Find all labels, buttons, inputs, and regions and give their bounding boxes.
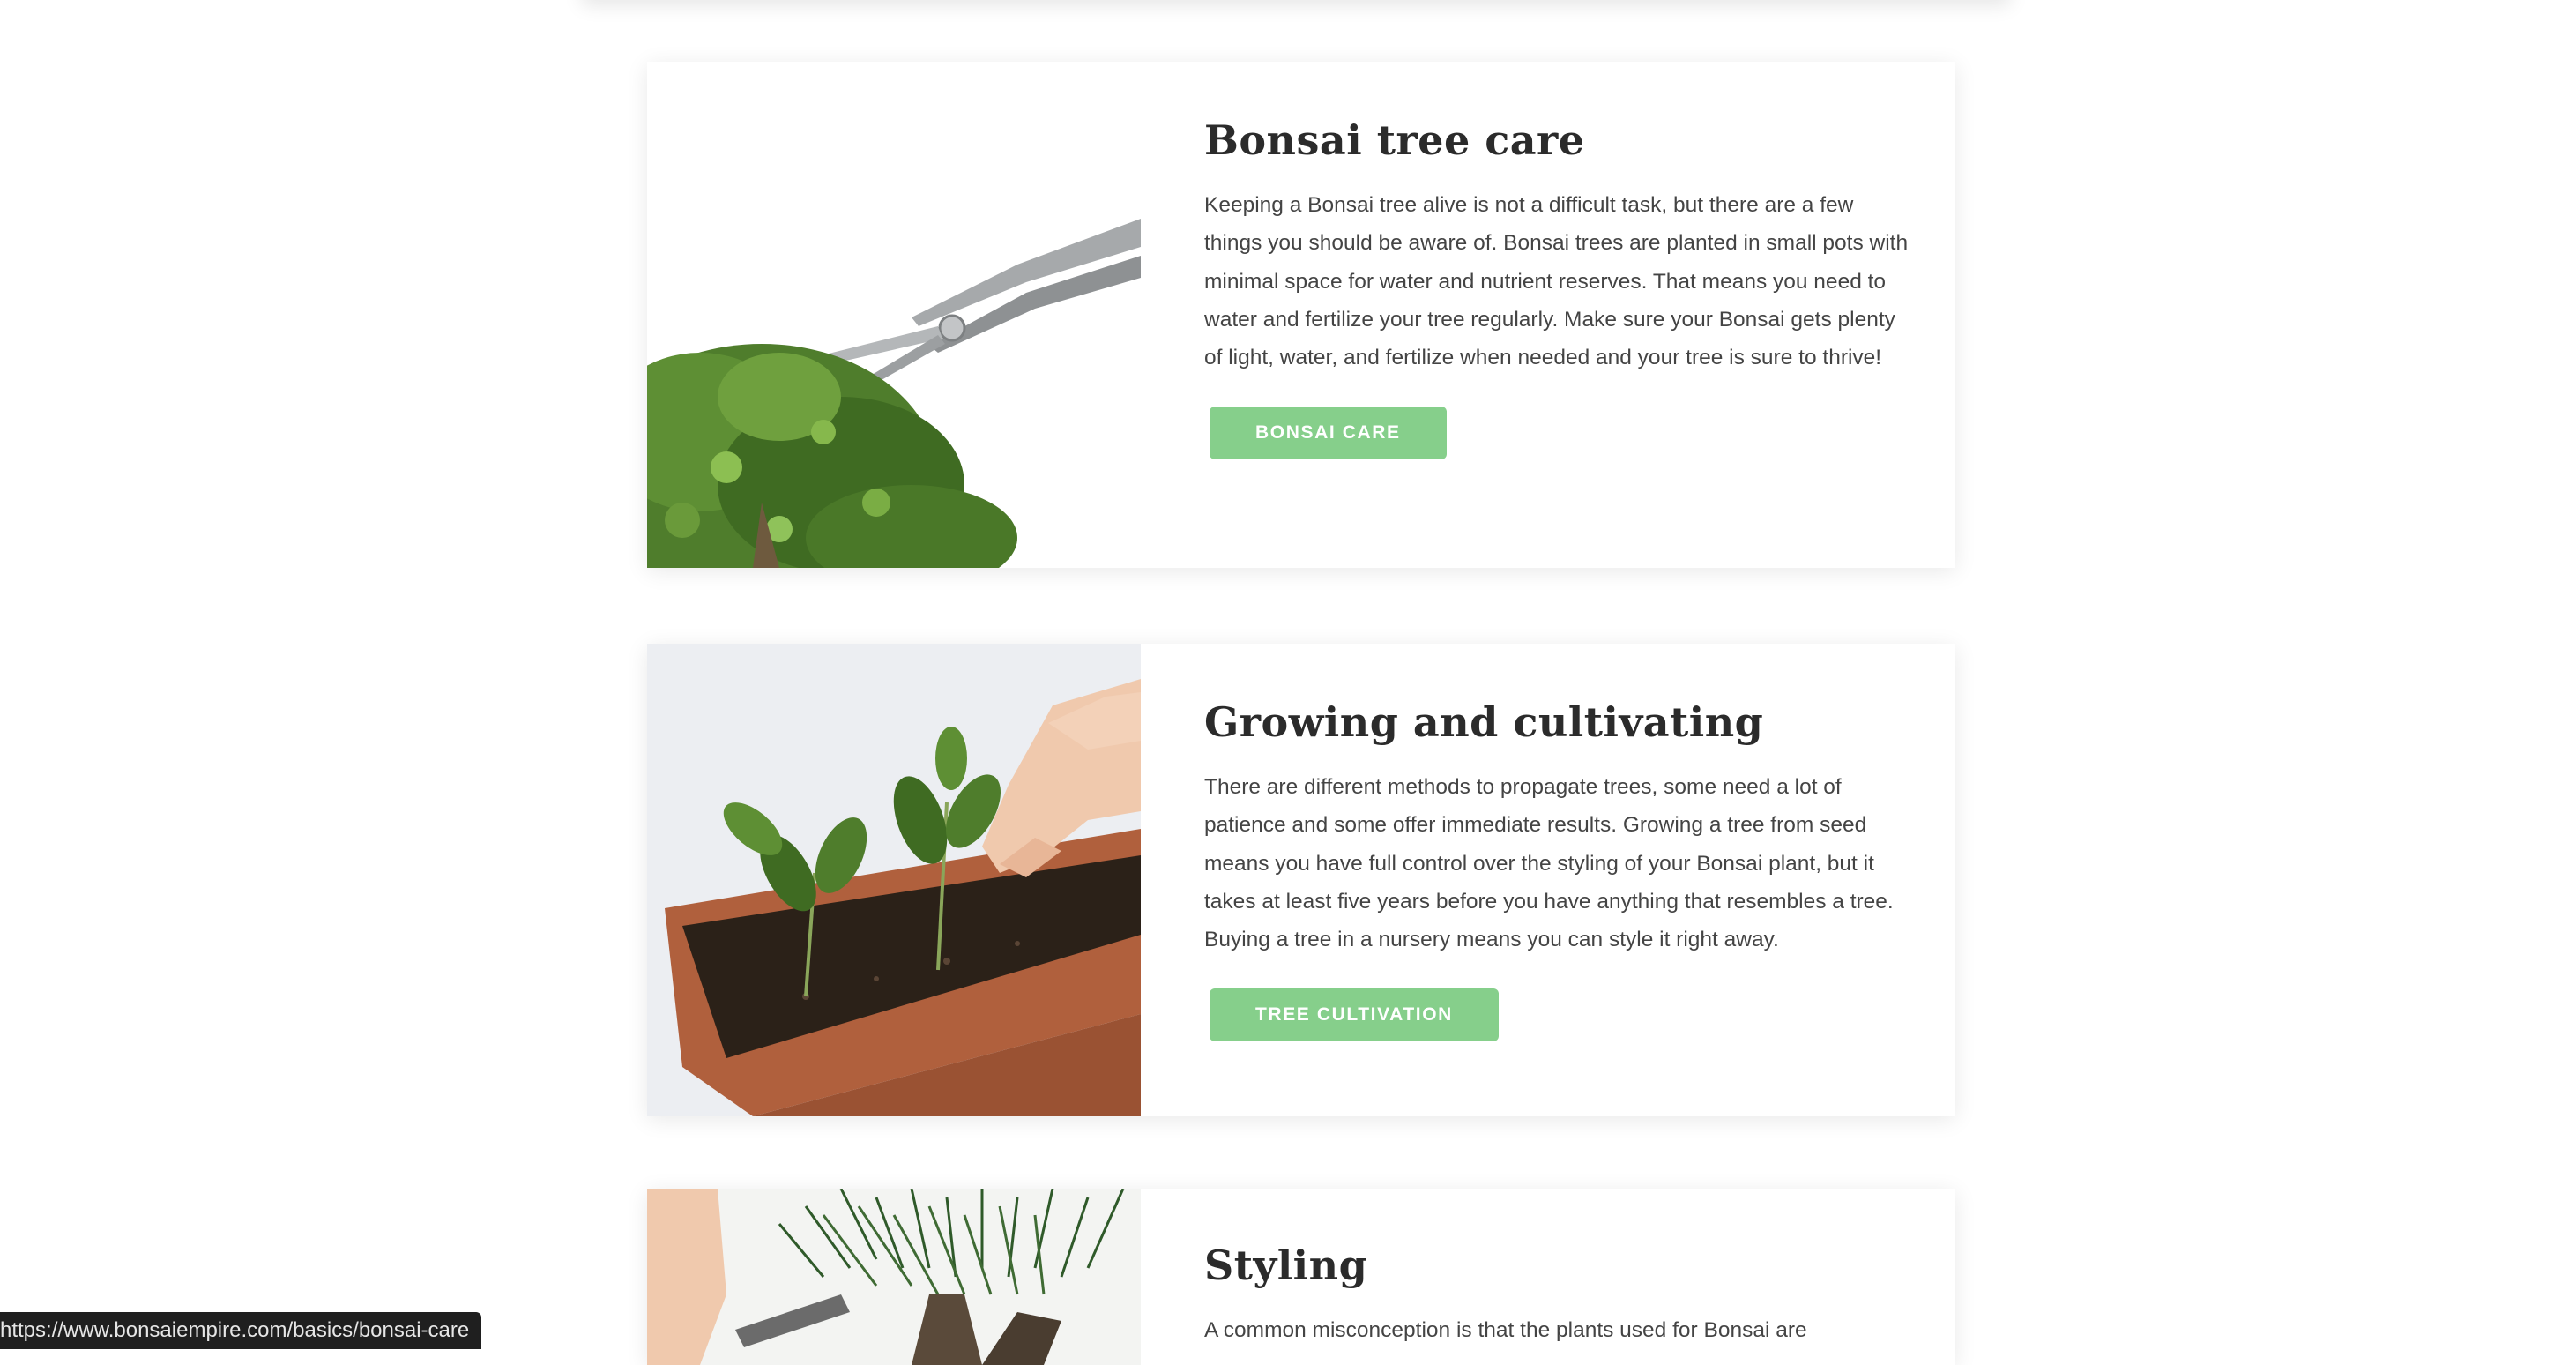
pine-styling-photo bbox=[647, 1189, 1141, 1365]
card-title: Growing and cultivating bbox=[1204, 698, 1764, 746]
card-title: Bonsai tree care bbox=[1204, 116, 1585, 164]
card-styling: Styling A common misconception is that t… bbox=[647, 1189, 1955, 1365]
seedling-pot-photo bbox=[647, 644, 1141, 1116]
card-growing-cultivating: Growing and cultivating There are differ… bbox=[647, 644, 1955, 1116]
card-title: Styling bbox=[1204, 1242, 1368, 1289]
link-status-bar: https://www.bonsaiempire.com/basics/bons… bbox=[0, 1312, 482, 1349]
tree-cultivation-button[interactable]: TREE CULTIVATION bbox=[1210, 988, 1499, 1042]
card-description: There are different methods to propagate… bbox=[1204, 775, 1894, 951]
bonsai-pruning-photo bbox=[647, 62, 1141, 568]
card-description: A common misconception is that the plant… bbox=[1204, 1318, 1807, 1343]
card-description: Keeping a Bonsai tree alive is not a dif… bbox=[1204, 193, 1909, 369]
card-bonsai-care: Bonsai tree care Keeping a Bonsai tree a… bbox=[647, 62, 1955, 568]
bonsai-care-button[interactable]: BONSAI CARE bbox=[1210, 407, 1447, 460]
